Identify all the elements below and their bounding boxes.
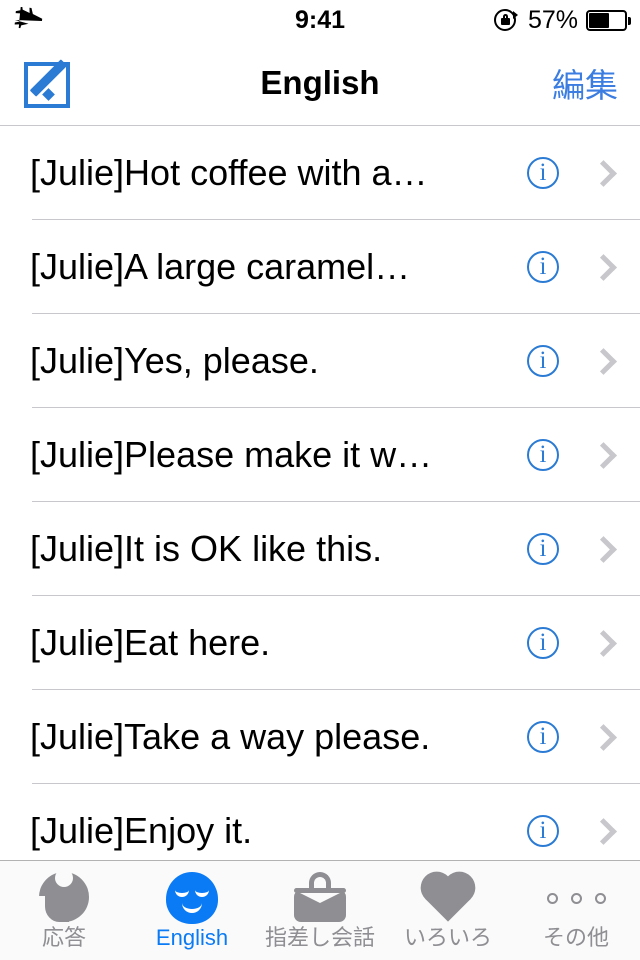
row-label: [Julie]Please make it w…: [30, 434, 433, 475]
row-label: [Julie]A large caramel…: [30, 246, 411, 287]
tab-more[interactable]: その他: [512, 861, 640, 960]
phrase-list[interactable]: [Julie]Hot coffee with a… i [Julie]A lar…: [0, 126, 640, 860]
table-row[interactable]: [Julie]It is OK like this. i: [0, 502, 640, 596]
info-glyph: i: [539, 346, 547, 374]
chevron-right-icon: [592, 160, 608, 186]
info-glyph: i: [539, 816, 547, 844]
info-button[interactable]: i: [527, 157, 559, 189]
table-row[interactable]: [Julie]Enjoy it. i: [0, 784, 640, 860]
info-button[interactable]: i: [527, 533, 559, 565]
row-label: [Julie]Hot coffee with a…: [30, 152, 428, 193]
chevron-right-icon: [592, 630, 608, 656]
info-button[interactable]: i: [527, 345, 559, 377]
tab-label: その他: [542, 925, 609, 950]
table-row[interactable]: [Julie]Hot coffee with a… i: [0, 126, 640, 220]
table-row[interactable]: [Julie]Yes, please. i: [0, 314, 640, 408]
tab-bar: 応答 English 指差し会話 いろいろ その他: [0, 860, 640, 960]
row-label: [Julie]Enjoy it.: [30, 810, 253, 851]
speech-reply-icon: [35, 869, 93, 925]
chevron-right-icon: [592, 724, 608, 750]
page-title: English: [260, 63, 380, 101]
info-button[interactable]: i: [527, 439, 559, 471]
status-bar: 9:41 57%: [0, 0, 640, 40]
tab-label: English: [155, 925, 229, 950]
status-bar-time: 9:41: [294, 5, 346, 34]
status-bar-right: 57%: [493, 0, 631, 40]
battery-percent-label: 57%: [527, 5, 578, 34]
info-glyph: i: [539, 252, 547, 280]
row-label: [Julie]Take a way please.: [30, 716, 431, 757]
row-label: [Julie]It is OK like this.: [30, 528, 383, 569]
chevron-right-icon: [592, 818, 608, 844]
info-button[interactable]: i: [527, 627, 559, 659]
tab-label: 指差し会話: [264, 925, 375, 950]
row-label: [Julie]Yes, please.: [30, 340, 319, 381]
table-row[interactable]: [Julie]A large caramel… i: [0, 220, 640, 314]
chevron-right-icon: [592, 442, 608, 468]
app-screen: 9:41 57% English 編集 [Julie]Hot coffee wi…: [0, 0, 640, 960]
tab-reply[interactable]: 応答: [0, 861, 128, 960]
info-glyph: i: [539, 440, 547, 468]
info-button[interactable]: i: [527, 251, 559, 283]
edit-button[interactable]: 編集: [552, 40, 618, 125]
table-row[interactable]: [Julie]Take a way please. i: [0, 690, 640, 784]
smiley-face-icon: [166, 871, 218, 925]
info-button[interactable]: i: [527, 721, 559, 753]
rotation-lock-icon: [493, 7, 520, 33]
chevron-right-icon: [592, 348, 608, 374]
info-glyph: i: [539, 722, 547, 750]
tab-label: いろいろ: [403, 925, 492, 950]
heart-icon: [421, 871, 475, 925]
row-label: [Julie]Eat here.: [30, 622, 271, 663]
battery-icon: [586, 9, 631, 31]
table-row[interactable]: [Julie]Eat here. i: [0, 596, 640, 690]
more-dots-icon: [546, 871, 606, 925]
tab-point-and-talk[interactable]: 指差し会話: [256, 861, 384, 960]
tab-various[interactable]: いろいろ: [384, 861, 512, 960]
tab-label: 応答: [41, 925, 86, 950]
info-glyph: i: [539, 534, 547, 562]
chevron-right-icon: [592, 536, 608, 562]
chevron-right-icon: [592, 254, 608, 280]
info-glyph: i: [539, 158, 547, 186]
table-row[interactable]: [Julie]Please make it w… i: [0, 408, 640, 502]
tab-english[interactable]: English: [128, 861, 256, 960]
info-glyph: i: [539, 628, 547, 656]
navigation-bar: English 編集: [0, 40, 640, 126]
info-button[interactable]: i: [527, 815, 559, 847]
handbag-icon: [290, 871, 350, 925]
